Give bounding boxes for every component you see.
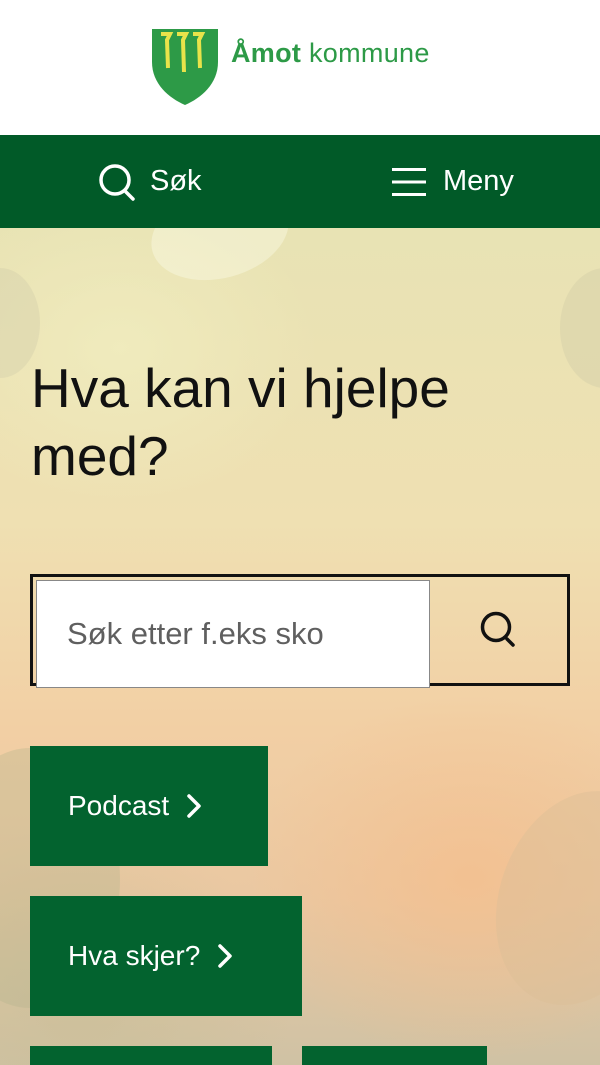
- nav-menu-label: Meny: [443, 165, 514, 197]
- hero-title: Hva kan vi hjelpe med?: [31, 357, 450, 487]
- main-navbar: Søk Meny: [0, 135, 600, 228]
- hero-section: Hva kan vi hjelpe med? Podcast Hva skjer…: [0, 228, 600, 1065]
- background-leaf: [467, 767, 600, 1029]
- site-name-bold: Åmot: [231, 38, 302, 68]
- search-form: [30, 574, 570, 688]
- search-input[interactable]: [36, 580, 430, 688]
- chevron-right-icon: [218, 944, 233, 968]
- nav-menu-button[interactable]: Meny: [392, 135, 514, 228]
- shortcut-podcast[interactable]: Podcast: [30, 746, 268, 866]
- shortcut-label: Hva skjer?: [68, 940, 201, 971]
- search-submit-button[interactable]: [431, 577, 567, 683]
- site-name: Åmot kommune: [231, 38, 430, 69]
- site-header: Åmot kommune: [0, 0, 600, 135]
- chevron-right-icon: [187, 794, 201, 818]
- shortcut-label: Podcast: [68, 790, 170, 821]
- search-icon: [480, 611, 515, 647]
- municipality-shield-icon: [152, 29, 218, 105]
- background-leaf: [140, 228, 300, 295]
- nav-search-button[interactable]: Søk: [98, 135, 202, 228]
- home-logo-link[interactable]: Åmot kommune: [151, 28, 430, 106]
- shortcut-button[interactable]: [302, 1046, 487, 1065]
- site-name-rest: kommune: [301, 38, 430, 68]
- nav-search-label: Søk: [150, 165, 202, 197]
- shortcut-button[interactable]: [30, 1046, 272, 1065]
- hamburger-icon: [392, 167, 426, 196]
- shortcut-hva-skjer[interactable]: Hva skjer?: [30, 896, 302, 1016]
- search-icon: [99, 163, 135, 201]
